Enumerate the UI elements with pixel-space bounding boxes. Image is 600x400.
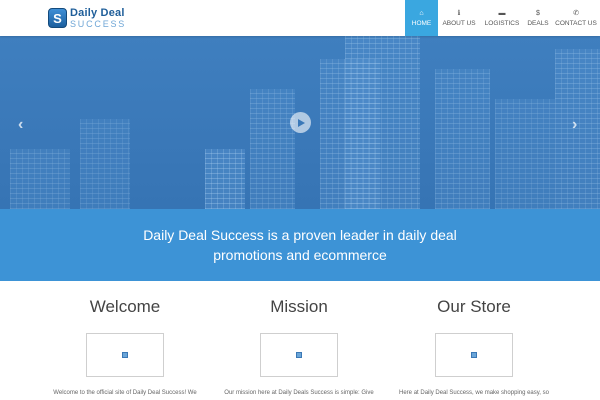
play-icon: [298, 118, 305, 127]
main-nav: ⌂ HOME ℹ ABOUT US ▬ LOGISTICS $ DEALS ✆ …: [405, 0, 600, 36]
nav-home-label: HOME: [411, 19, 432, 27]
column-title: Welcome: [89, 297, 161, 316]
broken-image-icon: [296, 352, 302, 358]
hero-building: [80, 119, 130, 209]
image-placeholder: [260, 333, 338, 377]
broken-image-icon: [122, 352, 128, 358]
nav-about[interactable]: ℹ ABOUT US: [438, 0, 480, 36]
nav-contact-label: CONTACT US: [555, 19, 597, 27]
logo-mark: S: [48, 8, 67, 28]
hero-building: [205, 149, 245, 209]
column-mission: Mission Our mission here at Daily Deals …: [214, 296, 384, 397]
nav-logistics[interactable]: ▬ LOGISTICS: [480, 0, 524, 36]
logo-line2: SUCCESS: [70, 18, 127, 29]
hero-building: [250, 89, 295, 209]
hero-slider: ‹ ›: [0, 36, 600, 209]
nav-about-label: ABOUT US: [442, 19, 476, 27]
slider-next-arrow[interactable]: ›: [572, 116, 577, 134]
column-title: Our Store: [437, 297, 511, 316]
site-logo[interactable]: S Daily Deal SUCCESS: [48, 7, 126, 29]
broken-image-icon: [471, 352, 477, 358]
image-placeholder: [435, 333, 513, 377]
hero-building: [435, 69, 490, 209]
nav-deals[interactable]: $ DEALS: [524, 0, 552, 36]
hero-building: [10, 149, 70, 209]
info-icon: ℹ: [457, 9, 461, 17]
phone-icon: ✆: [573, 9, 579, 17]
site-header: S Daily Deal SUCCESS ⌂ HOME ℹ ABOUT US ▬…: [0, 0, 600, 36]
slider-play-button[interactable]: [290, 112, 311, 133]
tagline-text: Daily Deal Success is a proven leader in…: [143, 227, 457, 263]
hero-building: [345, 36, 420, 209]
column-text: Welcome to the official site of Daily De…: [53, 390, 197, 396]
dollar-icon: $: [536, 9, 540, 17]
column-store: Our Store Here at Daily Deal Success, we…: [389, 296, 559, 397]
column-welcome: Welcome Welcome to the official site of …: [40, 296, 210, 397]
column-text: Here at Daily Deal Success, we make shop…: [399, 390, 549, 396]
image-placeholder: [86, 333, 164, 377]
slider-prev-arrow[interactable]: ‹: [18, 116, 23, 134]
hero-building: [555, 49, 600, 209]
logo-line1: Daily Deal: [70, 6, 125, 19]
truck-icon: ▬: [498, 9, 506, 17]
column-title: Mission: [270, 297, 328, 316]
nav-contact[interactable]: ✆ CONTACT US: [552, 0, 600, 36]
nav-logistics-label: LOGISTICS: [484, 19, 520, 27]
tagline-banner: Daily Deal Success is a proven leader in…: [0, 209, 600, 281]
logo-text: Daily Deal SUCCESS: [70, 6, 127, 29]
nav-home[interactable]: ⌂ HOME: [405, 0, 438, 36]
nav-deals-label: DEALS: [527, 19, 549, 27]
hero-building: [495, 99, 555, 209]
column-text: Our mission here at Daily Deals Success …: [224, 390, 374, 396]
home-icon: ⌂: [419, 9, 424, 17]
